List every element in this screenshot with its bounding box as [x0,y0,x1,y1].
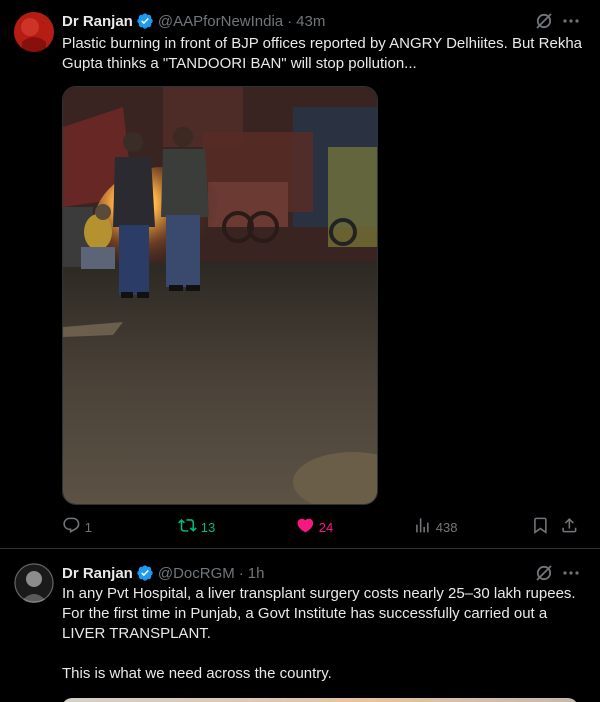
views-count: 438 [435,519,458,535]
retweet-icon [178,516,197,538]
verified-badge-icon [136,564,154,582]
tweet-header: Dr Ranjan @AAPforNewIndia · 43m [62,11,325,31]
retweet-count: 13 [200,519,216,535]
views-icon [413,516,432,538]
tweet-text: In any Pvt Hospital, a liver transplant … [62,585,576,682]
like-button[interactable]: 24 [296,516,333,538]
bookmark-icon [531,516,550,538]
tweet-actions: 1 13 24 438 [62,516,586,538]
separator-dot: · [287,12,293,30]
tweet[interactable]: Dr Ranjan @AAPforNewIndia · 43m Plastic … [0,0,600,549]
author-name[interactable]: Dr Ranjan [62,565,133,582]
tweet-timestamp[interactable]: 1h [248,565,265,582]
bookmark-button[interactable] [531,516,550,538]
tweet-text: Plastic burning in front of BJP offices … [62,35,587,72]
grok-icon[interactable] [534,11,554,31]
share-button[interactable] [560,516,579,538]
reply-icon [62,516,81,538]
reply-count: 1 [84,519,92,535]
photo-scene [63,87,377,504]
verified-badge-icon [136,12,154,30]
author-avatar[interactable] [14,12,54,52]
tweet-photo[interactable] [62,86,378,505]
like-count: 24 [318,519,334,535]
author-handle[interactable]: @AAPforNewIndia [158,13,283,30]
tweet-photo[interactable] [62,698,578,702]
retweet-button[interactable]: 13 [178,516,215,538]
author-avatar[interactable] [14,563,54,603]
author-handle[interactable]: @DocRGM [158,565,235,582]
views-button[interactable]: 438 [413,516,457,538]
more-icon[interactable] [561,11,581,31]
tweet[interactable]: Dr Ranjan @DocRGM · 1h In any Pvt Hospit… [0,550,600,702]
heart-icon [296,516,315,538]
share-icon [560,516,579,538]
separator-dot: · [238,564,244,582]
reply-button[interactable]: 1 [62,516,92,538]
grok-icon[interactable] [534,563,554,583]
tweet-timestamp[interactable]: 43m [296,13,325,30]
more-icon[interactable] [561,563,581,583]
author-name[interactable]: Dr Ranjan [62,13,133,30]
tweet-header: Dr Ranjan @DocRGM · 1h [62,563,264,583]
